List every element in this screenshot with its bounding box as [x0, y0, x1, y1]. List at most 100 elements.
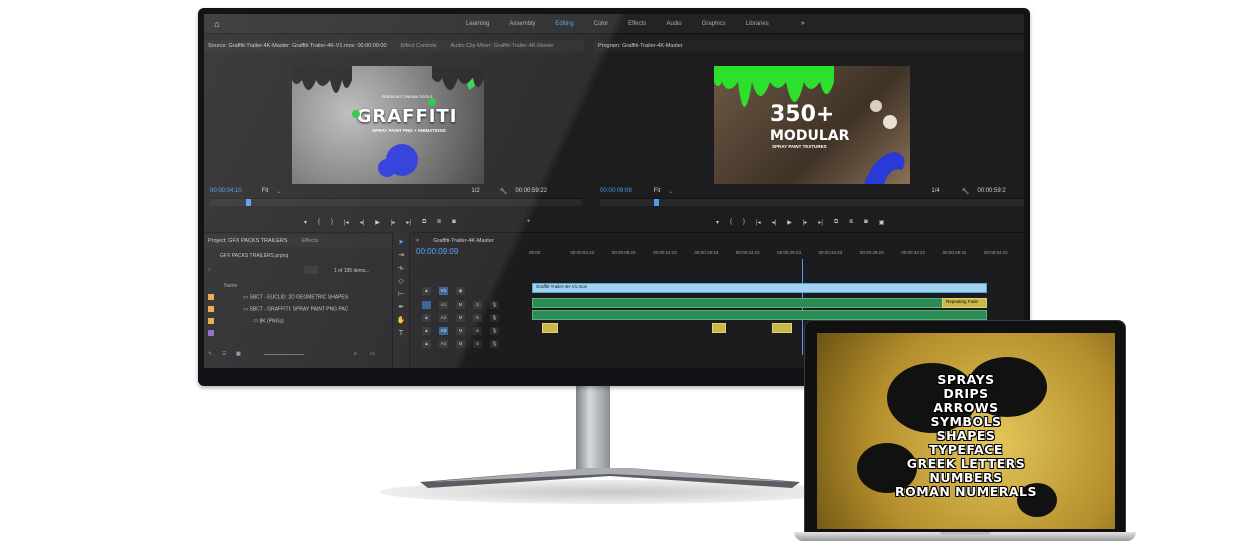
camera-icon[interactable]: ◙	[452, 219, 456, 225]
slip-tool-icon[interactable]: ⊢	[393, 288, 409, 301]
workspace-tab-assembly[interactable]: Assembly	[499, 21, 545, 27]
close-icon[interactable]: ×	[416, 238, 419, 244]
lock-icon[interactable]: 🔒︎	[422, 314, 431, 322]
audio-clip-a3[interactable]	[712, 323, 726, 333]
workspace-tab-learning[interactable]: Learning	[456, 21, 499, 27]
repeating-fade-clip[interactable]: Repeating Fade	[942, 298, 987, 308]
solo-button[interactable]: S	[473, 301, 482, 309]
video-clip[interactable]: Graffiti-Trailer-4K-V1.mov	[532, 283, 987, 293]
type-tool-icon[interactable]: T	[393, 327, 409, 340]
new-bin-icon[interactable]	[304, 266, 318, 274]
time-ruler[interactable]: 00:00 00:00:04:23 00:00:09:23 00:00:14:23 00…	[529, 249, 1024, 259]
track-target-a3[interactable]: A3	[439, 327, 448, 335]
new-item-folder-icon[interactable]: ▭	[370, 351, 375, 357]
audio-clip-a2[interactable]	[532, 310, 987, 320]
timeline-timecode[interactable]: 00:00:09:09	[416, 247, 458, 256]
program-mark-out-icon[interactable]: }	[743, 219, 745, 225]
fit-chevron-down-icon[interactable]: ⌄	[276, 188, 281, 195]
mute-button[interactable]: M	[456, 301, 465, 309]
mark-in-icon[interactable]: {	[318, 219, 320, 225]
mute-button[interactable]: M	[456, 340, 465, 348]
add-button-icon[interactable]: +	[527, 219, 531, 225]
program-mark-in-icon[interactable]: {	[730, 219, 732, 225]
program-go-to-in-icon[interactable]: |◂	[756, 219, 761, 226]
program-playhead[interactable]	[654, 199, 659, 206]
solo-button[interactable]: S	[473, 327, 482, 335]
program-camera-icon[interactable]: ◙	[864, 219, 868, 225]
zoom-slider[interactable]	[264, 354, 304, 355]
program-resolution-select[interactable]: 1/4	[931, 188, 939, 194]
workspace-tab-libraries[interactable]: Libraries	[736, 21, 779, 27]
solo-button[interactable]: S	[473, 314, 482, 322]
pencil-icon[interactable]: ✎	[208, 351, 212, 357]
lock-icon[interactable]: 🔒︎	[422, 340, 431, 348]
project-search-bottom-icon[interactable]: ⌕	[354, 351, 357, 357]
program-go-to-out-icon[interactable]: ▸|	[818, 219, 823, 226]
program-timecode[interactable]: 00:00:09:09	[600, 188, 632, 194]
insert-icon[interactable]: ⧉	[422, 219, 426, 226]
selection-tool-icon[interactable]: ➤	[393, 236, 409, 249]
source-tab[interactable]: Source: Graffiti-Trailer-4K-Master: Graf…	[208, 43, 387, 49]
name-column-header[interactable]: Name	[224, 283, 237, 289]
mark-out-icon[interactable]: }	[331, 219, 333, 225]
eye-icon[interactable]: ◉	[456, 287, 465, 295]
workspace-tab-effects[interactable]: Effects	[618, 21, 656, 27]
program-fit-select[interactable]: Fit	[654, 188, 661, 194]
project-search-icon[interactable]: ⌕	[208, 267, 211, 273]
program-wrench-icon[interactable]: 🔧︎	[962, 188, 970, 195]
audio-mixer-tab[interactable]: Audio Clip Mixer: Graffiti-Trailer-4K-Ma…	[451, 43, 555, 49]
source-resolution-select[interactable]: 1/2	[471, 188, 479, 194]
program-add-marker-icon[interactable]: ▾	[716, 219, 719, 226]
track-target-a2[interactable]: A2	[439, 314, 448, 322]
track-target-a1[interactable]: A1	[439, 301, 448, 309]
razor-tool-icon[interactable]: ◇	[393, 275, 409, 288]
program-play-icon[interactable]: ▶	[787, 219, 792, 226]
wrench-icon[interactable]: 🔧︎	[500, 188, 508, 195]
audio-clip-a1[interactable]	[532, 298, 987, 308]
program-scrubber[interactable]	[600, 198, 1024, 206]
add-marker-icon[interactable]: ▾	[304, 219, 307, 226]
program-tab[interactable]: Program: Graffiti-Trailer-4K-Master	[598, 43, 683, 49]
mute-button[interactable]: M	[456, 314, 465, 322]
go-to-out-icon[interactable]: ▸|	[406, 219, 411, 226]
comparison-view-icon[interactable]: ▣	[879, 219, 885, 226]
mic-icon[interactable]: 🎙︎	[490, 340, 499, 348]
solo-button[interactable]: S	[473, 340, 482, 348]
bin-row[interactable]: ▭ 8K (PNGs)	[208, 318, 284, 324]
ripple-edit-tool-icon[interactable]: ⟛	[393, 262, 409, 275]
pen-tool-icon[interactable]: ✒	[393, 301, 409, 314]
home-icon[interactable]: ⌂	[208, 15, 226, 33]
workspace-overflow-icon[interactable]: »	[801, 20, 805, 27]
extract-icon[interactable]: ⧈	[849, 219, 853, 226]
mic-icon[interactable]: 🎙︎	[490, 327, 499, 335]
mic-icon[interactable]: 🎙︎	[490, 314, 499, 322]
program-step-back-icon[interactable]: ◂|	[772, 219, 777, 226]
list-view-icon[interactable]: ☰	[222, 351, 226, 357]
mute-button[interactable]: M	[456, 327, 465, 335]
play-icon[interactable]: ▶	[375, 219, 380, 226]
effect-controls-tab[interactable]: Effect Controls	[401, 43, 437, 49]
program-fit-chevron-down-icon[interactable]: ⌄	[668, 188, 673, 195]
audio-clip-a3[interactable]	[542, 323, 558, 333]
overwrite-icon[interactable]: ⧈	[437, 219, 441, 226]
go-to-in-icon[interactable]: |◂	[344, 219, 349, 226]
effects-tab[interactable]: Effects	[302, 238, 319, 244]
step-forward-icon[interactable]: |▸	[391, 219, 396, 226]
bin-row[interactable]	[208, 330, 242, 336]
hand-tool-icon[interactable]: ✋	[393, 314, 409, 327]
source-scrubber[interactable]	[210, 198, 582, 206]
workspace-tab-color[interactable]: Color	[584, 21, 618, 27]
track-target-v1[interactable]: V1	[439, 287, 448, 295]
sequence-tab[interactable]: Graffiti-Trailer-4K-Master	[433, 238, 494, 244]
source-fit-select[interactable]: Fit	[262, 188, 269, 194]
lift-icon[interactable]: ⧉	[834, 219, 838, 226]
bin-row[interactable]: ▭ SBCT - EUCLID: 2D GEOMETRIC SHAPES	[208, 294, 348, 300]
track-select-tool-icon[interactable]: ⇥	[393, 249, 409, 262]
lock-icon[interactable]: 🔒︎	[422, 327, 431, 335]
program-step-forward-icon[interactable]: |▸	[803, 219, 808, 226]
workspace-tab-editing[interactable]: Editing	[545, 21, 583, 27]
source-timecode[interactable]: 00:00:04:10	[210, 188, 242, 194]
workspace-tab-graphics[interactable]: Graphics	[692, 21, 736, 27]
workspace-tab-audio[interactable]: Audio	[656, 21, 691, 27]
bin-row[interactable]: ▭ SBCT - GRAFFITI: SPRAY PAINT PNG PAC	[208, 306, 348, 312]
